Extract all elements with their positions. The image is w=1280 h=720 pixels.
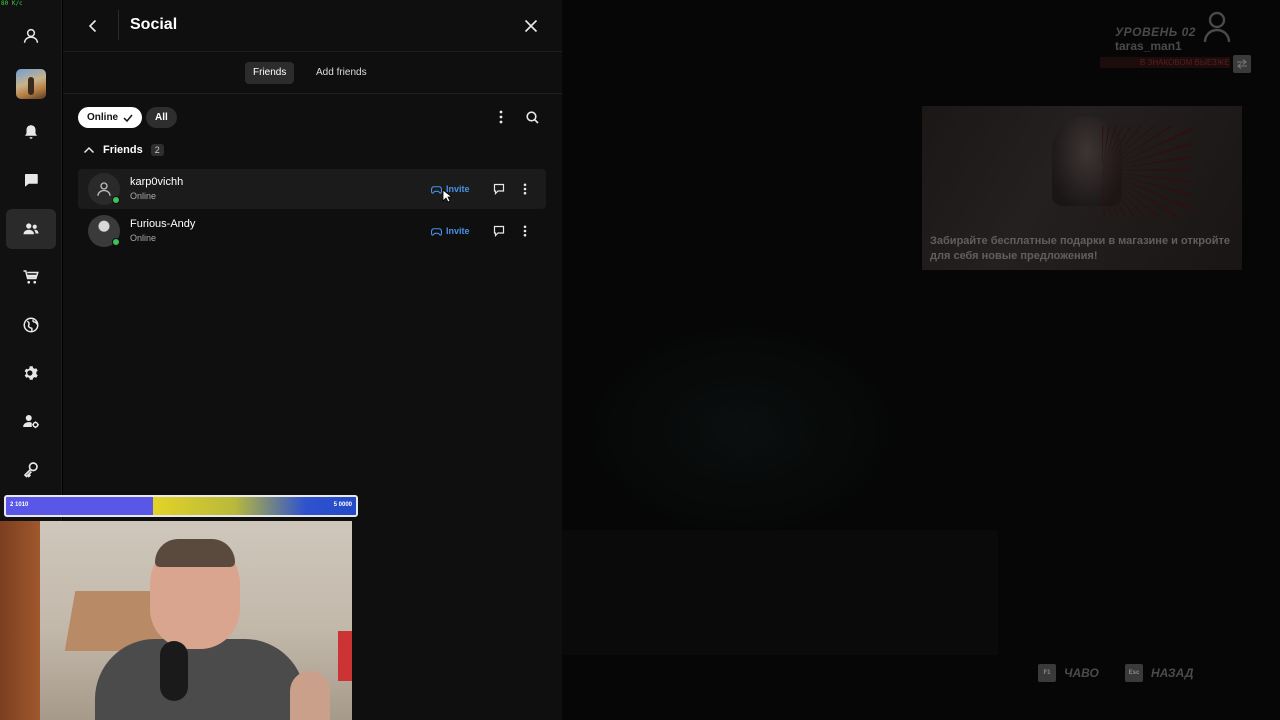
key-esc-cap: Esc — [1125, 664, 1143, 682]
friend-row-karp0vichh[interactable]: karp0vichh Online Invite — [78, 169, 546, 209]
more-options-button[interactable] — [490, 106, 512, 128]
globe-icon — [23, 317, 39, 333]
filter-all-chip[interactable]: All — [146, 107, 177, 128]
chevron-left-icon — [88, 19, 97, 33]
back-button[interactable] — [81, 14, 105, 38]
background-glow — [582, 320, 902, 540]
tab-bar: Friends Add friends — [63, 52, 562, 94]
hint-back[interactable]: Esc НАЗАД — [1125, 664, 1193, 682]
friend-name: Furious-Andy — [130, 218, 196, 230]
donation-goal-bar: 2 1010 5 0000 — [4, 495, 358, 517]
donation-current: 2 1010 — [10, 502, 29, 508]
webcam-streamer-hair — [155, 539, 235, 567]
friend-row-furious-andy[interactable]: Furious-Andy Online Invite — [78, 211, 546, 251]
panel-header: Social — [63, 0, 562, 52]
background-panel — [562, 530, 998, 655]
chat-bubble-icon — [25, 174, 38, 187]
player-avatar-icon — [1203, 11, 1231, 43]
hint-faq-label: ЧАВО — [1064, 666, 1099, 680]
game-thumbnail — [16, 69, 46, 99]
default-avatar-icon — [97, 182, 111, 196]
message-button[interactable] — [489, 221, 509, 241]
user-gear-icon — [23, 415, 39, 429]
vertical-dots-icon — [499, 110, 503, 124]
page-title: Social — [130, 16, 178, 33]
mouse-cursor-icon — [442, 189, 452, 203]
friends-section-title: Friends — [103, 144, 143, 156]
filter-online-label: Online — [87, 112, 119, 123]
key-icon — [23, 462, 38, 478]
user-icon — [23, 28, 39, 43]
message-button[interactable] — [489, 179, 509, 199]
invite-label: Invite — [446, 226, 470, 236]
online-status-dot — [112, 238, 120, 246]
exchange-button[interactable] — [1233, 55, 1251, 73]
sidebar-item-game[interactable] — [6, 64, 56, 104]
bell-icon — [25, 125, 37, 139]
webcam-door — [0, 521, 40, 720]
promo-text: Забирайте бесплатные подарки в магазине … — [930, 235, 1230, 262]
checkmark-icon — [123, 114, 133, 122]
vertical-dots-icon — [523, 183, 527, 195]
sidebar-item-profile[interactable] — [6, 16, 56, 56]
message-icon — [493, 183, 505, 195]
chevron-up-icon — [83, 146, 95, 154]
hint-faq[interactable]: F1 ЧАВО — [1038, 664, 1099, 682]
donation-fill — [153, 497, 356, 515]
player-username: taras_man1 — [1115, 39, 1182, 53]
invite-button[interactable]: Invite — [431, 223, 470, 239]
close-icon — [524, 19, 538, 33]
tab-add-friends[interactable]: Add friends — [308, 62, 375, 84]
player-level: УРОВЕНЬ 02 — [1115, 25, 1196, 39]
sidebar-item-store[interactable] — [6, 257, 56, 297]
sidebar-item-notifications[interactable] — [6, 112, 56, 152]
search-icon — [525, 110, 539, 124]
key-f1-cap: F1 — [1038, 664, 1056, 682]
close-button[interactable] — [519, 14, 543, 38]
donation-target: 5 0000 — [333, 502, 352, 508]
message-icon — [493, 225, 505, 237]
search-button[interactable] — [521, 106, 543, 128]
sidebar-item-social[interactable] — [6, 209, 56, 249]
sidebar-item-chat[interactable] — [6, 160, 56, 200]
promo-banner[interactable]: Забирайте бесплатные подарки в магазине … — [922, 106, 1242, 270]
cart-icon — [23, 270, 39, 284]
friend-name: karp0vichh — [130, 176, 184, 188]
hint-back-label: НАЗАД — [1151, 666, 1194, 680]
player-banner: В ЗНАКОВОМ ВЫЕЗЖЕНИЕ — [1100, 57, 1230, 68]
friend-options-button[interactable] — [515, 179, 535, 199]
sidebar-item-web[interactable] — [6, 305, 56, 345]
friends-section-header[interactable]: Friends 2 — [83, 141, 164, 159]
friend-status: Online — [130, 191, 157, 201]
sidebar-item-keys[interactable] — [6, 449, 56, 489]
friends-icon — [23, 223, 39, 235]
gear-icon — [24, 366, 38, 380]
webcam-microphone — [160, 641, 188, 701]
webcam-feed — [0, 521, 352, 720]
friends-count-badge: 2 — [150, 144, 164, 156]
friend-status: Online — [130, 233, 157, 243]
exchange-arrows-icon — [1237, 59, 1247, 69]
sidebar-item-account-settings[interactable] — [6, 401, 56, 441]
webcam-streamer-body — [95, 639, 305, 720]
sidebar-item-settings[interactable] — [6, 353, 56, 393]
friend-options-button[interactable] — [515, 221, 535, 241]
filter-online-chip[interactable]: Online — [78, 107, 143, 128]
gamepad-icon — [431, 227, 442, 236]
online-status-dot — [112, 196, 120, 204]
header-divider — [118, 10, 119, 40]
promo-decoration — [1102, 126, 1192, 216]
network-speed-readout: 80 K/c — [1, 0, 23, 7]
vertical-dots-icon — [523, 225, 527, 237]
webcam-red-object — [338, 631, 352, 681]
webcam-streamer-arm — [290, 671, 330, 720]
filter-all-label: All — [155, 112, 168, 123]
tab-friends[interactable]: Friends — [245, 62, 295, 84]
gamepad-icon — [431, 185, 442, 194]
